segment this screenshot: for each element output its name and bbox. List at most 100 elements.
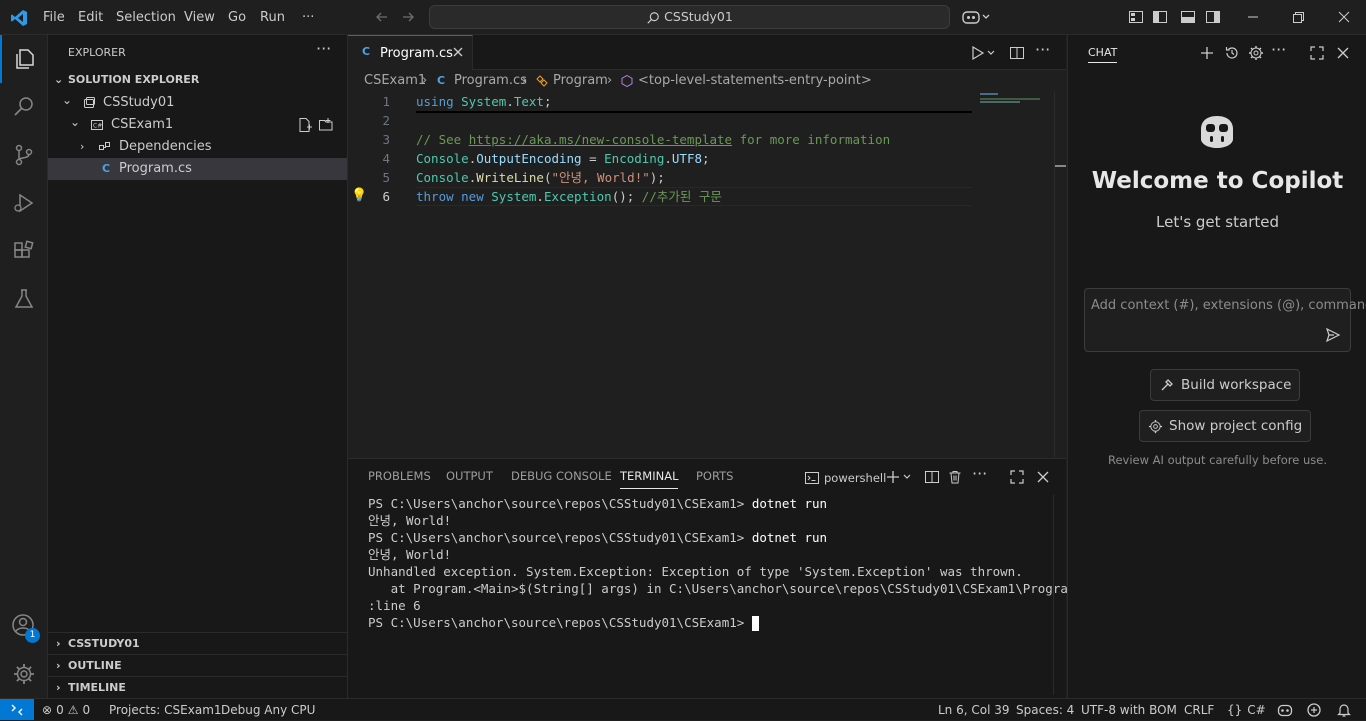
build-workspace-button[interactable]: Build workspace bbox=[1150, 369, 1301, 401]
chat-input[interactable]: Add context (#), extensions (@), command… bbox=[1084, 288, 1366, 352]
menu-more[interactable]: ··· bbox=[302, 0, 314, 35]
tab-problems[interactable]: PROBLEMS bbox=[368, 469, 431, 489]
section-outline[interactable]: › OUTLINE bbox=[48, 654, 347, 676]
projects-status[interactable]: Projects: CSExam1 bbox=[109, 699, 222, 721]
remote-indicator-icon[interactable] bbox=[0, 699, 34, 720]
run-debug-icon[interactable] bbox=[0, 179, 48, 227]
restore-icon[interactable] bbox=[1290, 9, 1306, 25]
terminal-scrollbar[interactable] bbox=[1053, 495, 1065, 695]
send-icon[interactable] bbox=[1325, 327, 1341, 343]
breadcrumb-file[interactable]: Program.cs bbox=[454, 70, 527, 92]
copilot-menu-icon[interactable] bbox=[962, 9, 992, 25]
command-center-search[interactable]: CSStudy01 bbox=[429, 5, 950, 29]
code-token: new bbox=[461, 189, 492, 204]
menu-view[interactable]: View bbox=[184, 0, 215, 35]
tree-dependencies[interactable]: › Dependencies bbox=[48, 136, 347, 158]
tab-ports[interactable]: PORTS bbox=[696, 469, 733, 489]
line-number: 1 bbox=[382, 94, 390, 109]
language-mode[interactable]: {} C# bbox=[1227, 699, 1266, 721]
tree-project[interactable]: ⌄ C# CSExam1 bbox=[48, 114, 347, 136]
csharp-file-icon: C bbox=[437, 74, 446, 87]
panel-more-actions[interactable]: ··· bbox=[972, 464, 987, 483]
toggle-secondary-sidebar-icon[interactable] bbox=[1205, 9, 1221, 25]
close-tab-icon[interactable] bbox=[452, 46, 464, 58]
code-token: Console bbox=[416, 151, 469, 166]
menu-go[interactable]: Go bbox=[228, 0, 246, 35]
breadcrumb-project[interactable]: CSExam1 bbox=[364, 70, 426, 92]
breadcrumb-class[interactable]: Program bbox=[553, 70, 608, 92]
chat-settings-gear-icon[interactable] bbox=[1248, 45, 1264, 61]
tree-solution[interactable]: ⌄ CSStudy01 bbox=[48, 92, 347, 114]
encoding[interactable]: UTF-8 with BOM bbox=[1081, 699, 1177, 721]
new-chat-icon[interactable] bbox=[1199, 45, 1215, 61]
editor-more-actions[interactable]: ··· bbox=[1035, 40, 1050, 59]
debug-config-status[interactable]: Debug Any CPU bbox=[221, 699, 315, 721]
section-csstudy01[interactable]: › CSSTUDY01 bbox=[48, 632, 347, 654]
tab-debug-console[interactable]: DEBUG CONSOLE bbox=[511, 469, 612, 489]
split-terminal-icon[interactable] bbox=[924, 469, 940, 485]
forward-arrow-icon[interactable] bbox=[400, 9, 416, 25]
menu-file[interactable]: File bbox=[43, 0, 65, 35]
maximize-chat-icon[interactable] bbox=[1309, 45, 1325, 61]
code-token: . bbox=[506, 94, 514, 109]
show-project-config-button[interactable]: Show project config bbox=[1139, 410, 1312, 442]
new-file-icon[interactable] bbox=[297, 117, 313, 133]
bottom-panel: PROBLEMS OUTPUT DEBUG CONSOLE TERMINAL P… bbox=[348, 458, 1098, 698]
line-ending[interactable]: CRLF bbox=[1184, 699, 1214, 721]
menu-edit[interactable]: Edit bbox=[78, 0, 103, 35]
back-arrow-icon[interactable] bbox=[374, 9, 390, 25]
chevron-down-icon: ⌄ bbox=[70, 115, 81, 129]
split-editor-icon[interactable] bbox=[1009, 45, 1025, 61]
copilot-status-icon[interactable] bbox=[1277, 702, 1293, 718]
csharp-file-icon: C bbox=[362, 45, 371, 58]
solution-icon bbox=[82, 96, 96, 110]
notifications-bell-icon[interactable] bbox=[1336, 702, 1352, 718]
close-chat-icon[interactable] bbox=[1335, 45, 1351, 61]
lightbulb-icon[interactable]: 💡 bbox=[351, 188, 367, 203]
extensions-icon[interactable] bbox=[0, 227, 48, 275]
cursor-position[interactable]: Ln 6, Col 39 bbox=[938, 699, 1010, 721]
toggle-panel-icon[interactable] bbox=[1180, 9, 1196, 25]
tab-terminal[interactable]: TERMINAL bbox=[620, 469, 679, 489]
problems-status[interactable]: ⊗ 0 ⚠ 0 bbox=[42, 699, 90, 721]
code-token: System bbox=[461, 94, 507, 109]
chat-more-actions[interactable]: ··· bbox=[1271, 40, 1286, 59]
breadcrumb-method[interactable]: <top-level-statements-entry-point> bbox=[638, 70, 872, 92]
tree-file-program[interactable]: C Program.cs bbox=[48, 158, 347, 180]
source-control-icon[interactable] bbox=[0, 131, 48, 179]
error-icon: ⊗ bbox=[42, 703, 53, 717]
close-panel-icon[interactable] bbox=[1035, 469, 1051, 485]
run-play-icon[interactable] bbox=[970, 45, 998, 61]
minimize-icon[interactable] bbox=[1245, 9, 1261, 25]
manage-gear-icon[interactable] bbox=[0, 650, 48, 698]
live-share-icon[interactable] bbox=[1306, 702, 1322, 718]
search-activity-icon[interactable] bbox=[0, 83, 48, 131]
accounts-icon[interactable]: 1 bbox=[0, 602, 48, 650]
tab-output[interactable]: OUTPUT bbox=[446, 469, 493, 489]
new-folder-icon[interactable] bbox=[318, 117, 334, 133]
explorer-icon[interactable] bbox=[0, 35, 48, 83]
tab-program-cs[interactable]: C Program.cs bbox=[348, 35, 473, 70]
new-terminal-icon[interactable] bbox=[885, 469, 915, 485]
menu-selection[interactable]: Selection bbox=[116, 0, 176, 35]
chat-title[interactable]: CHAT bbox=[1088, 46, 1118, 63]
code-editor[interactable]: 1 2 3 4 5 6 💡 using System.Text; // See … bbox=[348, 92, 1066, 458]
terminal-output[interactable]: PS C:\Users\anchor\source\repos\CSStudy0… bbox=[348, 495, 1098, 695]
maximize-panel-icon[interactable] bbox=[1009, 469, 1025, 485]
chevron-right-icon: › bbox=[56, 681, 61, 694]
trash-icon[interactable] bbox=[947, 469, 963, 485]
close-window-icon[interactable] bbox=[1336, 9, 1352, 25]
solution-explorer-header[interactable]: ⌄ SOLUTION EXPLORER bbox=[48, 69, 347, 91]
layout-customize-icon[interactable] bbox=[1128, 9, 1144, 25]
editor-scrollbar[interactable] bbox=[1054, 92, 1066, 458]
testing-flask-icon[interactable] bbox=[0, 275, 48, 323]
sidebar-more-actions[interactable]: ··· bbox=[316, 39, 331, 58]
history-icon[interactable] bbox=[1224, 45, 1240, 61]
section-timeline[interactable]: › TIMELINE bbox=[48, 676, 347, 698]
menu-run[interactable]: Run bbox=[260, 0, 285, 35]
indentation[interactable]: Spaces: 4 bbox=[1016, 699, 1074, 721]
code-token: OutputEncoding bbox=[476, 151, 582, 166]
toggle-primary-sidebar-icon[interactable] bbox=[1152, 9, 1168, 25]
minimap[interactable] bbox=[980, 92, 1050, 104]
terminal-shell-selector[interactable]: powershell bbox=[805, 468, 886, 488]
